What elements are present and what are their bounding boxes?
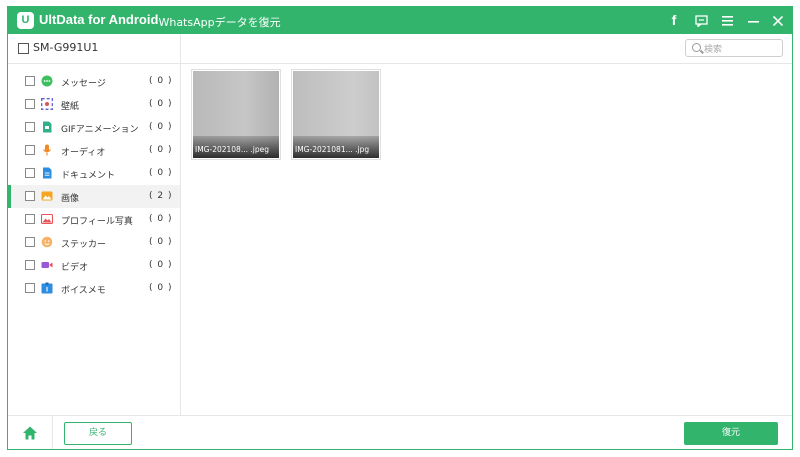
image-thumbnail[interactable]: IMG-2021081... .jpg xyxy=(291,69,381,160)
bottom-divider xyxy=(52,416,53,449)
category-count: ( 0 ) xyxy=(149,145,173,155)
category-label: ステッカー xyxy=(61,240,107,250)
category-item-voice-memos[interactable]: ボイスメモ ( 0 ) xyxy=(8,277,180,300)
category-item-wallpaper[interactable]: 壁紙 ( 0 ) xyxy=(8,93,180,116)
category-label: GIFアニメーション xyxy=(61,125,139,135)
category-item-messages[interactable]: メッセージ ( 0 ) xyxy=(8,70,180,93)
gif-icon xyxy=(43,121,52,133)
title-bar: U UltData for Android - WhatsAppデータを復元 f xyxy=(8,7,792,34)
close-svg xyxy=(772,15,784,27)
feedback-svg xyxy=(694,15,708,28)
category-label: メッセージ xyxy=(61,79,106,89)
category-checkbox[interactable] xyxy=(25,237,35,247)
category-checkbox[interactable] xyxy=(25,283,35,293)
facebook-icon[interactable]: f xyxy=(662,7,686,34)
category-checkbox[interactable] xyxy=(25,99,35,109)
category-count: ( 0 ) xyxy=(149,237,173,247)
category-sidebar: メッセージ ( 0 ) 壁紙 ( 0 ) GIFアニメーション ( 0 ) オー… xyxy=(8,64,180,415)
category-label: ビデオ xyxy=(61,263,89,273)
category-checkbox[interactable] xyxy=(25,122,35,132)
menu-svg xyxy=(721,16,733,26)
close-icon[interactable] xyxy=(766,7,790,34)
voice-memo-icon xyxy=(41,282,53,294)
video-icon xyxy=(41,262,53,268)
home-icon[interactable] xyxy=(22,425,38,441)
facebook-glyph: f xyxy=(671,12,677,28)
category-item-stickers[interactable]: ステッカー ( 0 ) xyxy=(8,231,180,254)
category-checkbox[interactable] xyxy=(25,168,35,178)
search-input[interactable]: 検索 xyxy=(685,39,783,57)
minimize-icon[interactable] xyxy=(741,7,765,34)
wallpaper-icon xyxy=(41,98,53,110)
category-label: 画像 xyxy=(61,194,80,204)
app-subtitle: - WhatsAppデータを復元 xyxy=(151,16,281,29)
category-label: オーディオ xyxy=(61,148,106,158)
device-name: SM-G991U1 xyxy=(33,41,99,54)
category-label: プロフィール写真 xyxy=(61,217,133,227)
category-item-images[interactable]: 画像 ( 2 ) xyxy=(8,185,180,208)
category-count: ( 2 ) xyxy=(149,191,173,201)
category-count: ( 0 ) xyxy=(149,283,173,293)
category-checkbox[interactable] xyxy=(25,76,35,86)
category-checkbox[interactable] xyxy=(25,214,35,224)
category-label: 壁紙 xyxy=(61,102,80,112)
category-checkbox[interactable] xyxy=(25,260,35,270)
category-count: ( 0 ) xyxy=(149,76,173,86)
image-thumbnail[interactable]: IMG-202108... .jpeg xyxy=(191,69,281,160)
message-icon xyxy=(41,75,53,87)
feedback-icon[interactable] xyxy=(689,7,713,34)
device-header: SM-G991U1 xyxy=(8,34,792,64)
category-count: ( 0 ) xyxy=(149,168,173,178)
app-title: UltData for Android xyxy=(39,12,159,27)
document-icon xyxy=(43,167,52,179)
category-item-profile-photos[interactable]: プロフィール写真 ( 0 ) xyxy=(8,208,180,231)
category-count: ( 0 ) xyxy=(149,214,173,224)
app-window: U UltData for Android - WhatsAppデータを復元 f xyxy=(7,6,793,450)
category-count: ( 0 ) xyxy=(149,260,173,270)
restore-button[interactable]: 復元 xyxy=(684,422,778,445)
profile-photo-icon xyxy=(41,213,53,225)
back-button[interactable]: 戻る xyxy=(64,422,132,445)
category-checkbox[interactable] xyxy=(25,191,35,201)
category-label: ボイスメモ xyxy=(61,286,106,296)
app-logo-icon: U xyxy=(17,12,34,29)
sidebar-divider xyxy=(180,34,181,415)
minimize-svg xyxy=(747,21,759,23)
category-checkbox[interactable] xyxy=(25,145,35,155)
image-filename: IMG-202108... .jpeg xyxy=(193,136,279,158)
category-item-audio[interactable]: オーディオ ( 0 ) xyxy=(8,139,180,162)
bottom-bar: 戻る 復元 xyxy=(8,415,792,449)
category-item-videos[interactable]: ビデオ ( 0 ) xyxy=(8,254,180,277)
category-count: ( 0 ) xyxy=(149,122,173,132)
search-icon xyxy=(692,43,701,52)
image-filename: IMG-2021081... .jpg xyxy=(293,136,379,158)
audio-icon xyxy=(43,144,51,156)
sticker-icon xyxy=(41,236,53,248)
menu-icon[interactable] xyxy=(715,7,739,34)
category-count: ( 0 ) xyxy=(149,99,173,109)
image-icon xyxy=(41,191,53,201)
device-select-all-checkbox[interactable] xyxy=(18,43,29,54)
category-label: ドキュメント xyxy=(61,171,116,181)
category-item-documents[interactable]: ドキュメント ( 0 ) xyxy=(8,162,180,185)
category-item-gif[interactable]: GIFアニメーション ( 0 ) xyxy=(8,116,180,139)
search-placeholder: 検索 xyxy=(704,45,723,55)
